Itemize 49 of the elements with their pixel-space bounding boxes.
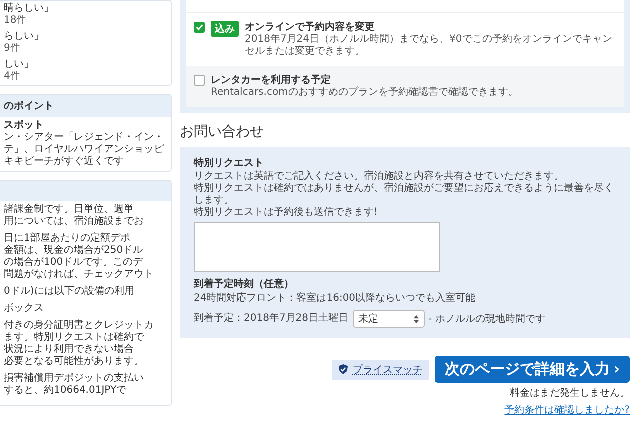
review-count: 9件: [4, 43, 22, 55]
field-label: 到着予定時刻（任意）: [194, 278, 295, 292]
included-badge: 込み: [211, 21, 239, 37]
highlight-text: テ」、ロイヤルハワイアンショッピ: [4, 144, 165, 156]
highlight-text: ン・シアター「レジェンド・イン・: [4, 132, 165, 144]
help-text: 特別リクエストは確約ではありませんが、宿泊施設がご要望にお応えできるように最善を尽くします。: [194, 183, 615, 206]
arrival-date: 到着予定：2018年7月28日土曜日: [194, 312, 349, 326]
option-title: オンラインで予約内容を変更: [245, 21, 376, 34]
section-heading: お問い合わせ: [180, 123, 265, 141]
option-description: Rentalcars.comのおすすめのプランを予約確認書で確認できます。: [211, 87, 518, 99]
policy-text: ボックス: [4, 303, 45, 315]
review-count: 18件: [4, 15, 28, 27]
help-text: 特別リクエストは予約後も送信できます!: [194, 207, 380, 219]
option-title: レンタカーを利用する予定: [211, 74, 332, 87]
terms-link[interactable]: 予約条件は確認しましたか?: [504, 403, 630, 417]
policy-text: 日に1部屋あたりの定額デポ: [4, 233, 132, 244]
front-desk-note: 24時間対応フロント：客室は16:00以降ならいつでも入室可能: [194, 292, 477, 306]
arrival-time-select[interactable]: 未定: [352, 310, 425, 328]
field-label: 特別リクエスト: [194, 157, 265, 170]
policy-text: 問題がなければ、チェックアウト: [4, 269, 155, 281]
policy-text: 状況により利用できない場合: [4, 344, 135, 356]
option-description: 2018年7月24日（ホノルル時間）までなら、¥0でこの予約をオンラインでキャンセルまたは変更できます。: [245, 34, 614, 58]
highlight-title: スポット: [4, 120, 45, 132]
policy-text: の場合が100ドルです。このデ: [4, 257, 144, 269]
updown-icon: [414, 314, 419, 324]
policy-text: 損害補償用デポジットの支払い: [4, 373, 145, 385]
review-count: 4件: [4, 71, 22, 83]
policy-text: 必要となる可能性があります。: [4, 356, 145, 368]
review-label: 晴らしい」: [4, 3, 55, 15]
checkbox[interactable]: [194, 22, 205, 33]
charge-note: 料金はまだ発生しません。: [510, 386, 630, 400]
policy-text: 付きの身分証明書とクレジットカ: [4, 320, 155, 332]
check-shield-icon: [338, 364, 349, 375]
policy-text: 諸課金制です。日単位、週単: [4, 204, 135, 216]
policy-text: 0ドル)には以下の設備の利用: [4, 286, 136, 298]
policy-text: 金額は、現金の場合が250ドル: [4, 245, 144, 257]
policy-text: すると、約10664.01JPYで: [4, 385, 128, 397]
policy-text: 用については、宿泊施設までお: [4, 216, 145, 228]
policy-text: ます。特別リクエストは確約で: [4, 332, 145, 344]
request-input-field[interactable]: [194, 222, 440, 272]
card-header: のポイント: [0, 95, 171, 117]
review-label: らしい」: [4, 31, 45, 43]
price-match-tag[interactable]: プライスマッチ: [332, 360, 429, 380]
timezone-note: - ホノルルの現地時間です: [428, 312, 546, 326]
next-page-button[interactable]: 次のページで詳細を入力 ›: [434, 356, 630, 383]
help-text: リクエストは英語でご記入ください。宿泊施設と内容を共有させていただきます。: [194, 171, 565, 182]
highlight-text: キキビーチがすぐ近くです: [4, 156, 125, 168]
checkbox[interactable]: [194, 75, 205, 86]
review-label: しい」: [4, 59, 35, 71]
